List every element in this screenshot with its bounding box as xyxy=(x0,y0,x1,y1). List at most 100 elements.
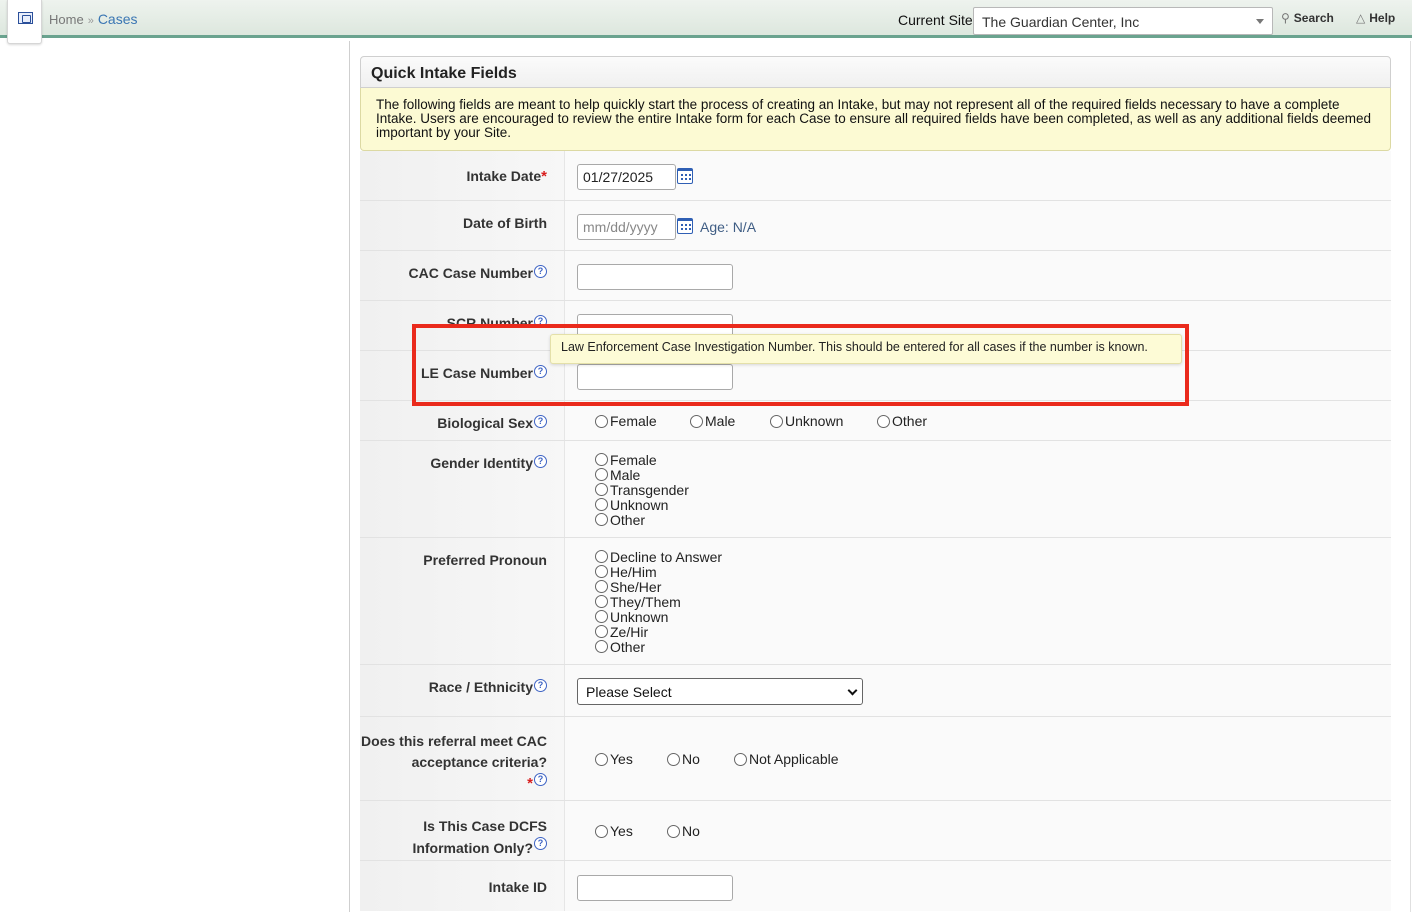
race-ethnicity-select[interactable]: Please Select xyxy=(577,678,863,705)
radio-yes[interactable]: Yes xyxy=(595,751,633,767)
breadcrumb-cases[interactable]: Cases xyxy=(98,11,138,27)
radio-female[interactable]: Female xyxy=(595,413,657,429)
le-case-number-label-text: LE Case Number xyxy=(420,365,533,381)
race-ethnicity-label: Race / Ethnicity? xyxy=(360,665,565,716)
biological-sex-field: Female Male Unknown Other xyxy=(565,401,1391,440)
radio-female[interactable]: Female xyxy=(595,451,689,468)
radio-circle xyxy=(595,550,608,563)
help-question-icon[interactable]: ? xyxy=(534,315,547,328)
le-case-number-label: LE Case Number? xyxy=(360,351,565,400)
radio-label: They/Them xyxy=(610,593,681,610)
quick-intake-panel: Quick Intake Fields The following fields… xyxy=(360,56,1391,911)
help-question-icon[interactable]: ? xyxy=(534,455,547,468)
radio-she-her[interactable]: She/Her xyxy=(595,578,722,595)
gender-identity-options: Female Male Transgender Unknown Other xyxy=(595,451,689,528)
radio-label: Decline to Answer xyxy=(610,548,723,565)
dcfs-only-label: Is This Case DCFS Information Only?? xyxy=(360,801,565,860)
dob-label: Date of Birth xyxy=(360,201,565,250)
gender-identity-label: Gender Identity? xyxy=(360,441,565,537)
radio-circle xyxy=(667,752,680,766)
le-case-number-input[interactable] xyxy=(577,364,733,390)
cac-criteria-field: Yes No Not Applicable xyxy=(565,717,1391,800)
row-intake-id: Intake ID xyxy=(360,861,1391,911)
radio-no[interactable]: No xyxy=(667,751,700,767)
dcfs-only-field: Yes No xyxy=(565,801,1391,860)
scr-number-label-text: SCR Number xyxy=(446,315,533,331)
help-question-icon[interactable]: ? xyxy=(534,265,547,278)
radio-circle xyxy=(595,824,608,838)
radio-decline[interactable]: Decline to Answer xyxy=(595,548,723,565)
biological-sex-label-text: Biological Sex xyxy=(437,415,533,431)
help-question-icon[interactable]: ? xyxy=(534,679,547,692)
dob-input[interactable]: mm/dd/yyyy xyxy=(577,214,676,240)
calendar-icon[interactable] xyxy=(677,168,693,184)
breadcrumb-separator: » xyxy=(87,15,94,27)
dcfs-only-label-line2: Information Only? xyxy=(412,840,533,856)
radio-circle xyxy=(667,824,680,838)
intake-id-input[interactable] xyxy=(577,875,733,901)
intake-id-label: Intake ID xyxy=(360,861,565,911)
content-right-border xyxy=(1410,41,1411,912)
help-question-icon[interactable]: ? xyxy=(534,837,547,850)
app-home-tab[interactable] xyxy=(7,0,42,44)
current-site-value: The Guardian Center, Inc xyxy=(982,14,1140,30)
row-cac-criteria: Does this referral meet CAC acceptance c… xyxy=(360,717,1391,801)
radio-label: No xyxy=(682,751,700,767)
radio-label: Female xyxy=(610,451,657,468)
radio-circle xyxy=(595,640,608,653)
radio-circle xyxy=(595,414,608,428)
required-asterisk: * xyxy=(527,775,533,792)
radio-yes[interactable]: Yes xyxy=(595,823,633,839)
intake-date-label: Intake Date* xyxy=(360,151,565,200)
help-label: Help xyxy=(1369,11,1396,25)
radio-label: Not Applicable xyxy=(749,751,839,767)
row-dcfs-only: Is This Case DCFS Information Only?? Yes… xyxy=(360,801,1391,861)
radio-circle xyxy=(595,580,608,593)
help-question-icon[interactable]: ? xyxy=(534,365,547,378)
radio-other[interactable]: Other xyxy=(595,638,722,655)
breadcrumb-home[interactable]: Home xyxy=(49,12,84,27)
help-question-icon[interactable]: ? xyxy=(534,773,547,786)
radio-unknown[interactable]: Unknown xyxy=(595,497,689,513)
help-question-icon[interactable]: ? xyxy=(534,415,547,428)
radio-other[interactable]: Other xyxy=(595,511,689,528)
radio-label: Unknown xyxy=(610,608,669,625)
radio-label: Other xyxy=(610,511,646,528)
radio-no[interactable]: No xyxy=(667,823,700,839)
help-link[interactable]: △ Help xyxy=(1356,11,1395,25)
radio-male[interactable]: Male xyxy=(595,466,689,483)
radio-not-applicable[interactable]: Not Applicable xyxy=(734,751,839,767)
intake-notice: The following fields are meant to help q… xyxy=(360,88,1391,151)
radio-label: Other xyxy=(610,638,646,655)
search-icon: ⚲ xyxy=(1281,11,1290,25)
search-link[interactable]: ⚲ Search xyxy=(1281,11,1334,25)
app-home-icon xyxy=(18,12,33,24)
radio-circle xyxy=(595,595,608,608)
radio-he-him[interactable]: He/Him xyxy=(595,564,722,580)
radio-transgender[interactable]: Transgender xyxy=(595,482,689,498)
biological-sex-label: Biological Sex? xyxy=(360,401,565,440)
current-site-select[interactable]: The Guardian Center, Inc xyxy=(973,7,1273,35)
cac-case-number-input[interactable] xyxy=(577,264,733,290)
search-label: Search xyxy=(1293,11,1334,25)
radio-they-them[interactable]: They/Them xyxy=(595,593,722,610)
radio-circle xyxy=(595,610,608,623)
radio-label: Male xyxy=(705,413,736,429)
radio-other[interactable]: Other xyxy=(877,413,927,429)
intake-id-field xyxy=(565,861,1391,911)
radio-circle xyxy=(595,625,608,638)
radio-unknown[interactable]: Unknown xyxy=(770,413,843,429)
radio-label: She/Her xyxy=(610,578,662,595)
scr-number-label: SCR Number? xyxy=(360,301,565,350)
intake-date-input[interactable]: 01/27/2025 xyxy=(577,164,676,190)
radio-circle xyxy=(595,483,608,496)
preferred-pronoun-field: Decline to Answer He/Him She/Her They/Th… xyxy=(565,538,1391,664)
radio-circle xyxy=(595,453,608,466)
radio-male[interactable]: Male xyxy=(690,413,735,429)
radio-ze-hir[interactable]: Ze/Hir xyxy=(595,624,722,640)
radio-label: Male xyxy=(610,466,641,483)
calendar-icon[interactable] xyxy=(677,218,693,234)
radio-unknown[interactable]: Unknown xyxy=(595,608,722,625)
radio-circle xyxy=(595,752,608,766)
dcfs-only-label-line1: Is This Case DCFS xyxy=(423,818,547,834)
